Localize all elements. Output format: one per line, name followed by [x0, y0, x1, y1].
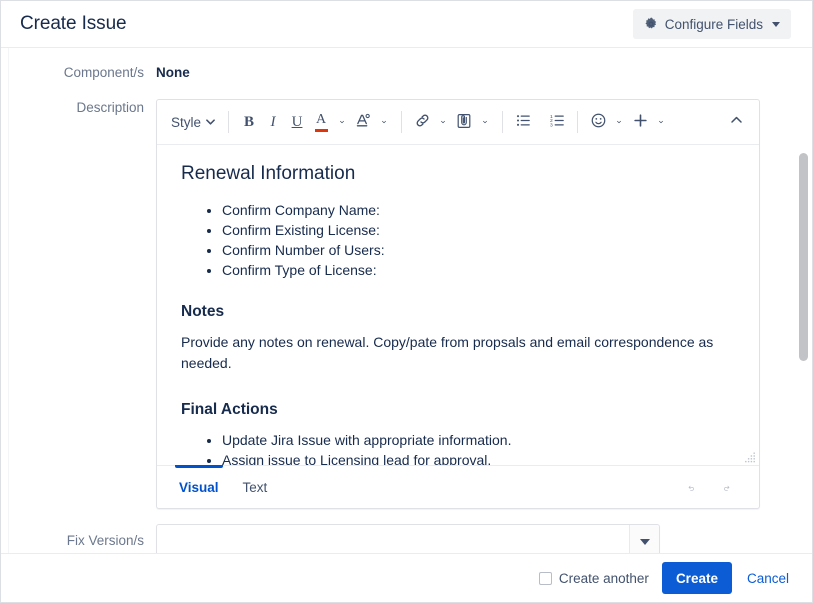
tab-visual[interactable]: Visual	[171, 464, 227, 509]
configure-fields-label: Configure Fields	[664, 16, 763, 32]
bullet-list-button[interactable]	[512, 109, 534, 135]
svg-text:3: 3	[550, 123, 553, 129]
fix-versions-label: Fix Version/s	[66, 533, 144, 548]
text-color-dropdown-button[interactable]	[334, 109, 350, 135]
description-label: Description	[76, 100, 144, 115]
heading-notes: Notes	[181, 303, 225, 320]
text-highlight-dropdown-button[interactable]	[376, 109, 392, 135]
collapse-toolbar-button[interactable]	[725, 109, 747, 135]
link-button[interactable]	[411, 109, 433, 135]
configure-fields-button[interactable]: Configure Fields	[632, 9, 791, 39]
notes-paragraph: Provide any notes on renewal. Copy/pate …	[181, 334, 714, 371]
text-color-letter: A	[315, 111, 327, 127]
link-dropdown-button[interactable]	[435, 109, 451, 135]
toolbar-divider	[502, 111, 504, 133]
list-item: Confirm Number of Users:	[222, 240, 735, 260]
numbered-list-button[interactable]: 1 2 3	[546, 109, 568, 135]
field-row-description: Description Style B I U A 1 2 3 Renewal …	[1, 82, 792, 509]
paperclip-icon	[455, 112, 473, 133]
list-item: Confirm Existing License:	[222, 220, 735, 240]
editor-toolbar: Style B I U A 1 2 3	[157, 100, 759, 145]
italic-label: I	[270, 113, 276, 130]
final-actions-list: Update Jira Issue with appropriate infor…	[181, 430, 735, 465]
tab-text[interactable]: Text	[235, 466, 276, 509]
underline-label: U	[291, 113, 303, 130]
text-color-icon: A	[314, 111, 328, 132]
gear-icon	[644, 17, 658, 31]
components-label: Component/s	[63, 65, 144, 80]
attachment-dropdown-button[interactable]	[477, 109, 493, 135]
editor-content-area[interactable]: Renewal Information Confirm Company Name…	[157, 145, 759, 465]
dialog-footer: Create another Create Cancel	[1, 554, 812, 602]
chevron-up-double-icon	[729, 113, 744, 131]
insert-more-button[interactable]	[629, 109, 651, 135]
insert-more-dropdown-button[interactable]	[653, 109, 669, 135]
create-button[interactable]: Create	[661, 562, 732, 594]
chevron-down-icon	[206, 119, 215, 125]
fix-versions-select[interactable]	[156, 524, 660, 553]
undo-button[interactable]	[681, 477, 701, 497]
create-another-checkbox[interactable]: Create another	[538, 570, 649, 586]
components-value: None	[156, 65, 190, 80]
bold-button[interactable]: B	[238, 109, 260, 135]
body-scrollbar-track[interactable]	[799, 48, 808, 553]
chevron-down-icon	[772, 21, 780, 27]
attachment-button[interactable]	[453, 109, 475, 135]
toolbar-divider	[577, 111, 579, 133]
fix-versions-dropdown-button[interactable]	[629, 525, 659, 553]
style-dropdown-button[interactable]: Style	[167, 109, 219, 135]
field-row-fix-versions: Fix Version/s	[1, 509, 792, 553]
description-rich-text-editor[interactable]: Style B I U A 1 2 3 Renewal Information …	[156, 99, 760, 509]
chevron-down-icon	[639, 538, 650, 545]
bold-label: B	[244, 113, 255, 130]
list-item: Assign issue to Licensing lead for appro…	[222, 450, 735, 465]
list-item: Confirm Company Name:	[222, 200, 735, 220]
create-another-label: Create another	[558, 570, 649, 586]
emoji-dropdown-button[interactable]	[611, 109, 627, 135]
italic-button[interactable]: I	[262, 109, 284, 135]
fix-versions-input[interactable]	[157, 525, 629, 553]
clear-formatting-icon	[355, 112, 372, 132]
text-color-button[interactable]: A	[310, 109, 332, 135]
toolbar-divider	[228, 111, 230, 133]
heading-final-actions: Final Actions	[181, 401, 278, 418]
list-item: Update Jira Issue with appropriate infor…	[222, 430, 735, 450]
resize-grip-icon[interactable]	[744, 450, 756, 463]
checkbox-box[interactable]	[538, 571, 552, 585]
bullet-list-icon	[515, 112, 532, 132]
text-color-swatch	[314, 128, 328, 132]
body-scrollbar-thumb[interactable]	[799, 153, 808, 361]
emoji-icon	[590, 112, 607, 132]
field-row-components: Component/s None	[1, 48, 792, 82]
dialog-body-scroll-area[interactable]: Component/s None Description Style B I U…	[1, 48, 812, 554]
plus-icon	[632, 112, 649, 132]
list-item: Confirm Type of License:	[222, 260, 735, 280]
redo-button[interactable]	[717, 477, 737, 497]
style-dropdown-label: Style	[171, 114, 202, 130]
emoji-button[interactable]	[587, 109, 609, 135]
editor-mode-tabs: Visual Text	[157, 464, 759, 509]
underline-button[interactable]: U	[286, 109, 308, 135]
toolbar-divider	[401, 111, 403, 133]
numbered-list-icon: 1 2 3	[549, 112, 566, 132]
create-issue-dialog: Create Issue Configure Fields Component/…	[0, 0, 813, 603]
text-highlight-button[interactable]	[352, 109, 374, 135]
renewal-checklist: Confirm Company Name: Confirm Existing L…	[181, 200, 735, 280]
page-title: Create Issue	[20, 13, 127, 34]
link-icon	[414, 112, 431, 132]
heading-renewal-information: Renewal Information	[181, 163, 356, 184]
cancel-button[interactable]: Cancel	[745, 571, 791, 586]
dialog-header: Create Issue Configure Fields	[1, 1, 812, 48]
